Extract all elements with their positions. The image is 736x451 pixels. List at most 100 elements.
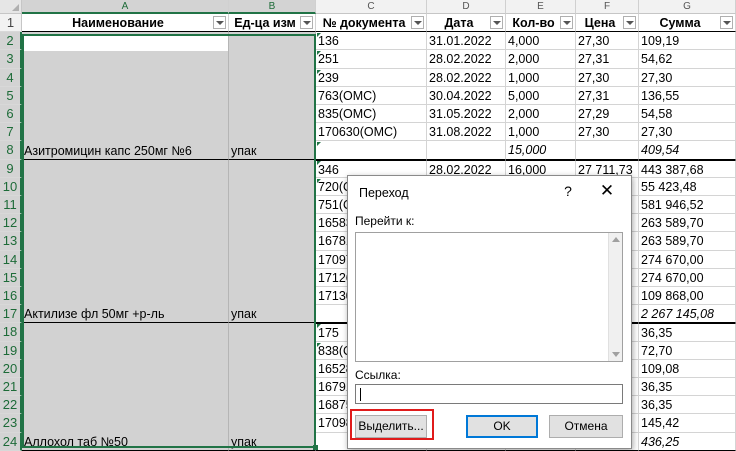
cell-doc[interactable]: 136: [316, 32, 427, 51]
cell-price[interactable]: 27,30: [576, 123, 639, 142]
header-unit[interactable]: Ед-ца изм: [229, 14, 316, 33]
row-header-6[interactable]: 6: [0, 105, 22, 124]
filter-dropdown-icon[interactable]: [560, 16, 573, 29]
cell-sum[interactable]: 54,62: [639, 50, 736, 69]
cell-date[interactable]: 28.02.2022: [427, 50, 506, 69]
column-header-a[interactable]: A: [22, 0, 229, 14]
row-header-5[interactable]: 5: [0, 86, 22, 105]
row-header-18[interactable]: 18: [0, 323, 22, 342]
merged-unit-cell[interactable]: упак: [229, 32, 316, 160]
cancel-button[interactable]: Отмена: [549, 415, 623, 438]
cell-price[interactable]: 27,30: [576, 68, 639, 87]
active-cell[interactable]: [23, 35, 228, 51]
cell-qty[interactable]: 1,000: [506, 123, 576, 142]
cell-sum[interactable]: 409,54: [639, 141, 736, 160]
row-header-1[interactable]: 1: [0, 14, 22, 33]
cell-price[interactable]: 27,29: [576, 105, 639, 124]
column-header-d[interactable]: D: [427, 0, 506, 14]
cell-doc[interactable]: 251: [316, 50, 427, 69]
column-header-c[interactable]: C: [316, 0, 427, 14]
header-doc[interactable]: № документа: [316, 14, 427, 33]
cell-sum[interactable]: 2 267 145,08: [639, 305, 736, 324]
row-header-9[interactable]: 9: [0, 159, 22, 178]
row-header-13[interactable]: 13: [0, 232, 22, 251]
column-header-e[interactable]: E: [506, 0, 576, 14]
cell-date[interactable]: 30.04.2022: [427, 86, 506, 105]
cell-date[interactable]: 28.02.2022: [427, 68, 506, 87]
row-header-23[interactable]: 23: [0, 414, 22, 433]
cell-sum[interactable]: 54,58: [639, 105, 736, 124]
reference-input[interactable]: [355, 384, 623, 404]
cell-date[interactable]: 31.05.2022: [427, 105, 506, 124]
cell-date[interactable]: [427, 141, 506, 160]
close-icon[interactable]: ✕: [596, 180, 618, 202]
cell-sum[interactable]: 136,55: [639, 86, 736, 105]
header-sum[interactable]: Сумма: [639, 14, 736, 33]
cell-price[interactable]: 27,31: [576, 86, 639, 105]
row-header-12[interactable]: 12: [0, 214, 22, 233]
filter-dropdown-icon[interactable]: [720, 16, 733, 29]
cell-qty[interactable]: 4,000: [506, 32, 576, 51]
cell-sum[interactable]: 581 946,52: [639, 196, 736, 215]
filter-dropdown-icon[interactable]: [300, 16, 313, 29]
row-header-15[interactable]: 15: [0, 268, 22, 287]
merged-unit-cell[interactable]: упак: [229, 323, 316, 451]
merged-name-cell[interactable]: Азитромицин капс 250мг №6: [22, 32, 229, 160]
cell-sum[interactable]: 109,08: [639, 359, 736, 378]
filter-dropdown-icon[interactable]: [411, 16, 424, 29]
cell-qty[interactable]: 1,000: [506, 68, 576, 87]
cell-sum[interactable]: 27,30: [639, 123, 736, 142]
cell-qty[interactable]: 2,000: [506, 50, 576, 69]
cell-qty[interactable]: 15,000: [506, 141, 576, 160]
ok-button[interactable]: OK: [466, 415, 538, 438]
row-header-8[interactable]: 8: [0, 141, 22, 160]
merged-name-cell[interactable]: Актилизе фл 50мг +р-ль: [22, 159, 229, 324]
cell-sum[interactable]: 263 589,70: [639, 214, 736, 233]
cell-sum[interactable]: 443 387,68: [639, 159, 736, 178]
row-header-3[interactable]: 3: [0, 50, 22, 69]
fill-handle[interactable]: [313, 445, 318, 450]
cell-sum[interactable]: 55 423,48: [639, 177, 736, 196]
list-scrollbar[interactable]: [608, 233, 622, 361]
cell-sum[interactable]: 274 670,00: [639, 250, 736, 269]
goto-list[interactable]: [355, 232, 623, 362]
cell-sum[interactable]: 27,30: [639, 68, 736, 87]
cell-doc[interactable]: 170630(ОМС): [316, 123, 427, 142]
select-all-corner[interactable]: [0, 0, 22, 14]
column-header-f[interactable]: F: [576, 0, 639, 14]
special-button[interactable]: Выделить...: [355, 415, 427, 438]
cell-sum[interactable]: 72,70: [639, 341, 736, 360]
merged-name-cell[interactable]: Аллохол таб №50: [22, 323, 229, 451]
cell-price[interactable]: [576, 141, 639, 160]
row-header-4[interactable]: 4: [0, 68, 22, 87]
header-price[interactable]: Цена: [576, 14, 639, 33]
header-date[interactable]: Дата: [427, 14, 506, 33]
cell-doc[interactable]: 239: [316, 68, 427, 87]
cell-price[interactable]: 27,31: [576, 50, 639, 69]
row-header-21[interactable]: 21: [0, 378, 22, 397]
row-header-19[interactable]: 19: [0, 341, 22, 360]
row-header-17[interactable]: 17: [0, 305, 22, 324]
cell-sum[interactable]: 145,42: [639, 414, 736, 433]
filter-dropdown-icon[interactable]: [623, 16, 636, 29]
row-header-24[interactable]: 24: [0, 432, 22, 451]
cell-sum[interactable]: 436,25: [639, 432, 736, 451]
row-header-10[interactable]: 10: [0, 177, 22, 196]
row-header-2[interactable]: 2: [0, 32, 22, 51]
help-icon[interactable]: ?: [559, 182, 577, 200]
cell-sum[interactable]: 274 670,00: [639, 268, 736, 287]
cell-price[interactable]: 27,30: [576, 32, 639, 51]
header-name[interactable]: Наименование: [22, 14, 229, 33]
row-header-22[interactable]: 22: [0, 396, 22, 415]
filter-dropdown-icon[interactable]: [490, 16, 503, 29]
cell-sum[interactable]: 36,35: [639, 378, 736, 397]
row-header-16[interactable]: 16: [0, 287, 22, 306]
scroll-up-icon[interactable]: [612, 237, 620, 242]
cell-doc[interactable]: 763(ОМС): [316, 86, 427, 105]
row-header-11[interactable]: 11: [0, 196, 22, 215]
row-header-14[interactable]: 14: [0, 250, 22, 269]
column-header-g[interactable]: G: [639, 0, 736, 14]
row-header-20[interactable]: 20: [0, 359, 22, 378]
column-header-b[interactable]: B: [229, 0, 316, 14]
cell-sum[interactable]: 36,35: [639, 323, 736, 342]
